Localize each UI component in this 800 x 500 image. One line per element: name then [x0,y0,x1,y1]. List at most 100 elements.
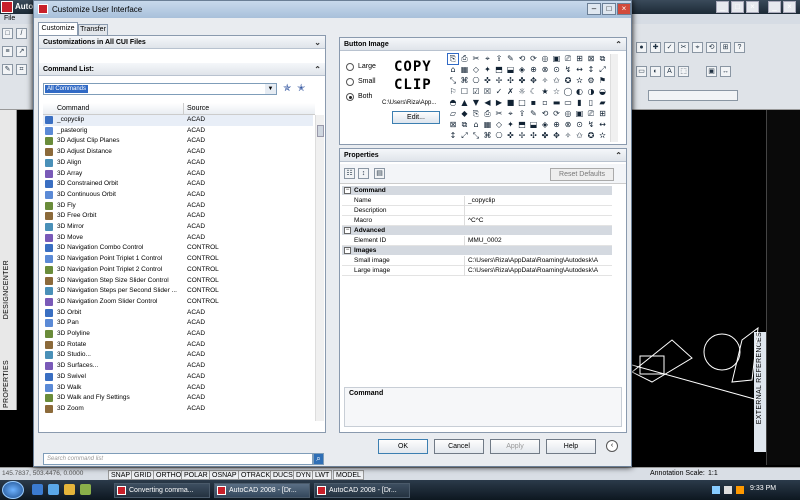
radio-both-label[interactable]: Both [358,93,372,100]
image-tile-icon[interactable]: ✎ [506,54,516,64]
image-tile-icon[interactable]: ✜ [483,76,493,86]
command-row[interactable]: 3D Fly ACAD [43,201,313,212]
dropdown-arrow-icon[interactable]: ▼ [265,84,276,94]
ie-icon[interactable] [48,484,59,495]
alphabetical-icon[interactable]: ↕ [358,168,369,179]
command-row[interactable]: 3D Navigation Steps per Second Slider ..… [43,286,313,297]
image-tile-icon[interactable]: ⊠ [586,54,596,64]
image-tile-icon[interactable]: ⎘ [471,109,481,119]
image-tile-icon[interactable]: ✂ [471,54,481,64]
image-tile-icon[interactable]: ▦ [483,120,493,130]
image-tile-icon[interactable]: ☒ [483,87,493,97]
image-tile-icon[interactable]: ▦ [460,65,470,75]
image-tile-icon[interactable]: ◀ [483,98,493,108]
image-tile-icon[interactable]: ◇ [471,65,481,75]
property-row[interactable]: Large image C:\Users\Riza\AppData\Roaming… [342,266,612,276]
dialog-minimize-icon[interactable]: – [587,3,601,15]
image-tile-icon[interactable]: ☼ [517,87,527,97]
image-tile-icon[interactable]: ⌘ [460,76,470,86]
image-tile-icon[interactable]: ⊞ [598,109,608,119]
image-tile-icon[interactable]: ▶ [494,98,504,108]
image-tile-icon[interactable]: ⟲ [517,54,527,64]
collapse-icon[interactable]: − [344,187,351,194]
image-tile-icon[interactable]: ✫ [575,76,585,86]
image-tile-icon[interactable]: ↕ [586,65,596,75]
image-tile-icon[interactable]: ☐ [460,87,470,97]
image-tile-icon[interactable]: ⊕ [552,120,562,130]
image-tile-icon[interactable]: ⌂ [448,65,458,75]
image-tile-icon[interactable]: ⤢ [460,131,470,141]
toolbar-icon-14[interactable]: ↔ [720,66,731,77]
image-tile-icon[interactable]: ✂ [494,109,504,119]
minimize-icon[interactable]: _ [716,1,729,13]
image-tile-icon[interactable]: ⚑ [598,76,608,86]
image-tile-icon[interactable]: ☆ [552,87,562,97]
new-icon[interactable]: □ [2,28,13,39]
otrack-toggle[interactable]: OTRACK [238,470,274,480]
image-tile-icon[interactable]: ⚐ [448,87,458,97]
doc-close-icon[interactable]: × [783,1,796,13]
clock[interactable]: 9:33 PM [750,485,776,492]
toolbar-icon-9[interactable]: ▭ [636,66,647,77]
image-tile-icon[interactable]: ✣ [506,76,516,86]
media-icon[interactable] [80,484,91,495]
property-value[interactable]: C:\Users\Riza\AppData\Roaming\Autodesk\A [468,266,610,276]
command-row[interactable]: 3D Align ACAD [43,158,313,169]
command-row[interactable]: 3D Polyline ACAD [43,329,313,340]
image-tile-icon[interactable]: ⌖ [483,54,493,64]
tab-customize[interactable]: Customize [38,22,78,35]
property-value[interactable]: MMU_0002 [468,236,610,246]
radio-both[interactable] [346,93,354,101]
toolbar-icon-5[interactable]: ⌖ [692,42,703,53]
image-tile-icon[interactable]: ◐ [575,87,585,97]
image-tile-icon[interactable]: ✧ [563,131,573,141]
image-tile-icon[interactable]: ↔ [598,120,608,130]
image-tile-icon[interactable]: ◑ [586,87,596,97]
image-tile-icon[interactable]: ⇪ [517,109,527,119]
command-row[interactable]: 3D Mirror ACAD [43,222,313,233]
image-tile-icon[interactable]: ⧉ [598,54,608,64]
image-tile-icon[interactable]: ▬ [552,98,562,108]
image-tile-icon[interactable]: ⊙ [575,120,585,130]
image-tile-icon[interactable]: ✦ [483,65,493,75]
image-tile-icon[interactable]: ⟳ [552,109,562,119]
property-row[interactable]: Small image C:\Users\Riza\AppData\Roaming… [342,256,612,266]
help-button[interactable]: Help [546,439,596,454]
image-grid-scrollbar[interactable] [610,54,618,142]
image-tile-icon[interactable]: ⬓ [529,120,539,130]
image-tile-icon[interactable]: ✗ [506,87,516,97]
command-row[interactable]: 3D Adjust Clip Planes ACAD [43,136,313,147]
polar-toggle[interactable]: POLAR [181,470,211,480]
customizations-header[interactable]: Customizations in All CUI Files ⌄ [39,36,325,49]
new-command-icon[interactable]: ✯ [283,83,291,94]
command-row[interactable]: 3D Array ACAD [43,169,313,180]
image-tile-icon[interactable]: ⊠ [448,120,458,130]
property-category[interactable]: − Command [342,186,612,195]
image-tile-icon[interactable]: ↕ [448,131,458,141]
ortho-toggle[interactable]: ORTHO [153,470,185,480]
show-desktop-icon[interactable] [32,484,43,495]
property-value[interactable]: C:\Users\Riza\AppData\Roaming\Autodesk\A [468,256,610,266]
command-row[interactable]: 3D Walk and Fly Settings ACAD [43,393,313,404]
image-tile-icon[interactable]: ⇪ [494,54,504,64]
button-image-header[interactable]: Button Image ⌃ [340,38,626,51]
image-tile-icon[interactable]: ⎙ [483,109,493,119]
command-row[interactable]: 3D Navigation Combo Control CONTROL [43,243,313,254]
collapse-icon[interactable]: − [344,247,351,254]
task-autocad-1[interactable]: AutoCAD 2008 - [Dr... [214,483,310,498]
image-tile-icon[interactable]: ✧ [540,76,550,86]
image-tile-icon[interactable]: ⎙ [460,54,470,64]
image-tile-icon[interactable]: ✦ [506,120,516,130]
image-tile-icon[interactable]: ⊞ [575,54,585,64]
image-tile-icon[interactable]: ◎ [563,109,573,119]
command-row[interactable]: 3D Adjust Distance ACAD [43,147,313,158]
toolbar-icon-12[interactable]: ⬚ [678,66,689,77]
toolbar-icon-10[interactable]: ◐ [650,66,661,77]
chevron-up-icon[interactable]: ⌃ [615,149,622,162]
command-row[interactable]: 3D Constrained Orbit ACAD [43,179,313,190]
command-row[interactable]: 3D Studio... ACAD [43,350,313,361]
close-icon[interactable]: × [746,1,759,13]
property-category[interactable]: − Images [342,246,612,255]
image-tile-icon[interactable]: ↯ [586,120,596,130]
property-row[interactable]: Element ID MMU_0002 [342,236,612,246]
